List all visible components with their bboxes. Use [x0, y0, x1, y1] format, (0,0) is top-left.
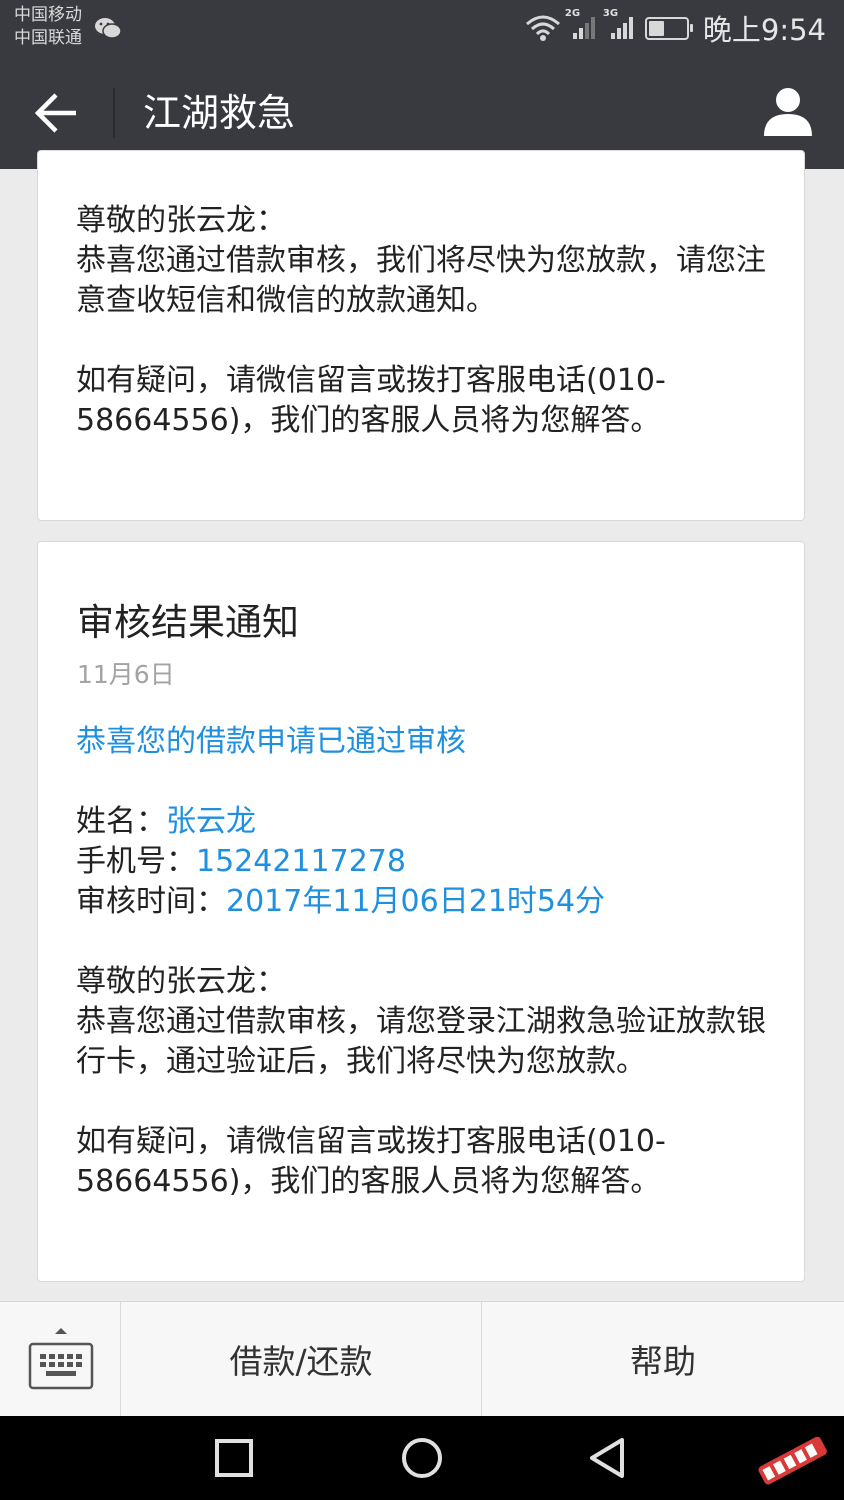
watermark-logo [758, 1436, 827, 1485]
phone-row: 手机号：15242117278 [76, 842, 776, 882]
phone-value: 15242117278 [196, 844, 406, 879]
clock: 晚上9:54 [702, 13, 826, 47]
signal-icon: 3G [603, 8, 637, 45]
nav-back-icon[interactable] [586, 1436, 630, 1480]
name-label: 姓名： [76, 804, 166, 839]
keyboard-toggle-button[interactable] [0, 1302, 121, 1416]
menu-loan-repay[interactable]: 借款/还款 [121, 1302, 482, 1416]
message-card-1: 尊敬的张云龙： 恭喜您通过借款审核，我们将尽快为您放款，请您注意查收短信和微信的… [37, 150, 805, 521]
carrier-names: 中国移动 中国联通 [14, 4, 82, 50]
time-label: 审核时间： [76, 884, 226, 919]
wechat-icon [95, 18, 122, 39]
system-nav-bar [0, 1416, 844, 1500]
title-divider [113, 88, 115, 138]
status-bar: 中国移动 中国联通 2G 3G 晚上9:54 [0, 0, 844, 56]
battery-level [648, 20, 664, 36]
message-card-2: 审核结果通知 11月6日 恭喜您的借款申请已通过审核 姓名：张云龙 手机号：15… [37, 541, 805, 1282]
network-type-1: 2G [564, 8, 581, 19]
card-title: 审核结果通知 [77, 601, 299, 644]
page-title: 江湖救急 [143, 91, 296, 135]
headline-text: 恭喜您的借款申请已通过审核 [76, 724, 466, 759]
status-icons: 2G 3G 晚上9:54 [525, 8, 826, 48]
network-type-2: 3G [602, 8, 619, 19]
name-row: 姓名：张云龙 [76, 802, 776, 842]
back-arrow-icon[interactable] [34, 90, 80, 136]
greeting-text: 尊敬的张云龙： [76, 203, 286, 238]
nav-circle-icon[interactable] [400, 1436, 444, 1480]
message-body: 恭喜您通过借款审核，我们将尽快为您放款，请您注意查收短信和微信的放款通知。 [76, 243, 766, 318]
carrier-1: 中国移动 [14, 5, 82, 25]
profile-icon[interactable] [760, 84, 816, 140]
signal-icon: 2G [565, 8, 599, 45]
name-value: 张云龙 [166, 804, 256, 839]
nav-square-icon[interactable] [212, 1436, 256, 1480]
carrier-2: 中国联通 [14, 28, 82, 48]
keyboard-icon [28, 1328, 94, 1390]
greeting-text: 尊敬的张云龙： [76, 964, 286, 999]
card-date: 11月6日 [77, 660, 175, 689]
help-text: 如有疑问，请微信留言或拨打客服电话(010-58664556)，我们的客服人员将… [76, 1124, 666, 1199]
time-row: 审核时间：2017年11月06日21时54分 [76, 882, 776, 922]
battery-icon [644, 16, 693, 40]
phone-label: 手机号： [76, 844, 196, 879]
menu-help[interactable]: 帮助 [482, 1302, 844, 1416]
bottom-menu: 借款/还款 帮助 [0, 1301, 844, 1416]
wifi-icon [525, 15, 560, 41]
message-body: 恭喜您通过借款审核，请您登录江湖救急验证放款银行卡，通过验证后，我们将尽快为您放… [76, 1004, 766, 1079]
time-value: 2017年11月06日21时54分 [226, 884, 606, 919]
help-text: 如有疑问，请微信留言或拨打客服电话(010-58664556)，我们的客服人员将… [76, 363, 666, 438]
